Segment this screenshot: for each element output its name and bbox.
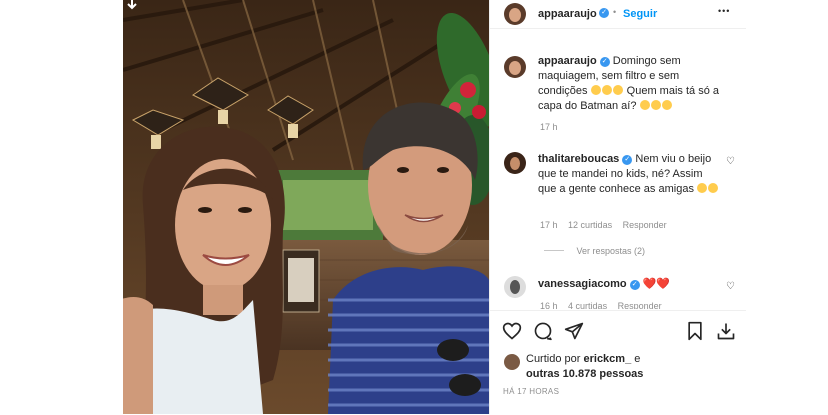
- blushing-emoji-icon: [697, 183, 708, 193]
- caption-time[interactable]: 17 h: [540, 122, 558, 132]
- comment-time[interactable]: 17 h: [540, 220, 558, 230]
- close-arrow-icon[interactable]: [126, 0, 138, 10]
- share-paper-plane-icon[interactable]: [564, 321, 584, 346]
- comment-bubble-icon[interactable]: [533, 321, 553, 346]
- view-replies-label[interactable]: Ver respostas (2): [577, 246, 646, 256]
- comment-meta: 17 h 12 curtidas Responder: [540, 220, 667, 230]
- laughing-emoji-icon: [601, 85, 612, 95]
- caption-username[interactable]: appaaraujo: [538, 55, 597, 67]
- comment-likes[interactable]: 4 curtidas: [568, 301, 607, 309]
- emoji-group: [590, 85, 624, 97]
- caption-text-block: appaaraujo ✓ Domingo sem maquiagem, sem f…: [538, 54, 730, 114]
- liked-by-and: e: [634, 353, 641, 365]
- commenter-avatar[interactable]: [504, 276, 526, 298]
- post-side-panel: appaaraujo ✓ • Seguir ••• appaaraujo ✓ Do…: [489, 0, 746, 415]
- right-gutter: [745, 0, 828, 414]
- download-icon[interactable]: [716, 321, 736, 346]
- like-comment-icon[interactable]: ♡: [726, 156, 735, 167]
- comment-likes[interactable]: 12 curtidas: [568, 220, 612, 230]
- replies-line: [544, 250, 564, 251]
- like-heart-icon[interactable]: [502, 321, 522, 346]
- verified-icon: ✓: [622, 155, 633, 165]
- author-avatar[interactable]: [504, 3, 526, 25]
- like-comment-icon[interactable]: ♡: [726, 281, 735, 292]
- liked-by-user[interactable]: erickcm_: [583, 353, 631, 365]
- comment-reply[interactable]: Responder: [623, 220, 667, 230]
- liker-avatar[interactable]: [504, 354, 520, 370]
- comment: vanessagiacomo ✓ ❤️❤️ ♡ 16 h 4 curtidas R…: [490, 275, 746, 309]
- comment-text-block: vanessagiacomo ✓ ❤️❤️: [538, 277, 722, 292]
- liked-by-prefix: Curtido por: [526, 353, 581, 365]
- save-bookmark-icon[interactable]: [685, 321, 705, 346]
- action-bar: Curtido por erickcm_ e outras 10.878 pes…: [490, 310, 746, 415]
- post-header: appaaraujo ✓ • Seguir •••: [490, 0, 746, 29]
- laughing-emoji-icon: [650, 100, 661, 110]
- commenter-avatar[interactable]: [504, 152, 526, 174]
- comment-text-block: thalitareboucas ✓ Nem viu o beijo que te …: [538, 152, 722, 197]
- post-timestamp[interactable]: HÁ 17 HORAS: [503, 387, 559, 396]
- laughing-emoji-icon: [661, 100, 672, 110]
- header-separator: •: [613, 7, 617, 17]
- comment-meta: 16 h 4 curtidas Responder: [540, 301, 662, 309]
- emoji-group: [639, 100, 673, 112]
- caption-avatar[interactable]: [504, 56, 526, 78]
- liked-by: Curtido por erickcm_ e outras 10.878 pes…: [526, 352, 726, 382]
- comment-time[interactable]: 16 h: [540, 301, 558, 309]
- laughing-emoji-icon: [612, 85, 623, 95]
- laughing-emoji-icon: [590, 85, 601, 95]
- verified-icon: ✓: [629, 280, 640, 290]
- liked-by-others[interactable]: outras 10.878 pessoas: [526, 368, 643, 380]
- commenter-username[interactable]: vanessagiacomo: [538, 278, 627, 290]
- comment-hearts: ❤️❤️: [642, 278, 671, 290]
- more-options-icon[interactable]: •••: [718, 6, 730, 16]
- view-replies[interactable]: Ver respostas (2): [544, 246, 645, 256]
- author-username[interactable]: appaaraujo: [538, 8, 597, 20]
- laughing-emoji-icon: [639, 100, 650, 110]
- blushing-emoji-icon: [708, 183, 719, 193]
- post-photo[interactable]: [123, 0, 489, 414]
- follow-button[interactable]: Seguir: [623, 8, 657, 20]
- comment-reply[interactable]: Responder: [618, 301, 662, 309]
- verified-icon: ✓: [599, 8, 609, 18]
- photo-illustration: [123, 0, 489, 414]
- verified-icon: ✓: [599, 57, 610, 67]
- commenter-username[interactable]: thalitareboucas: [538, 153, 619, 165]
- left-gutter: [0, 0, 123, 414]
